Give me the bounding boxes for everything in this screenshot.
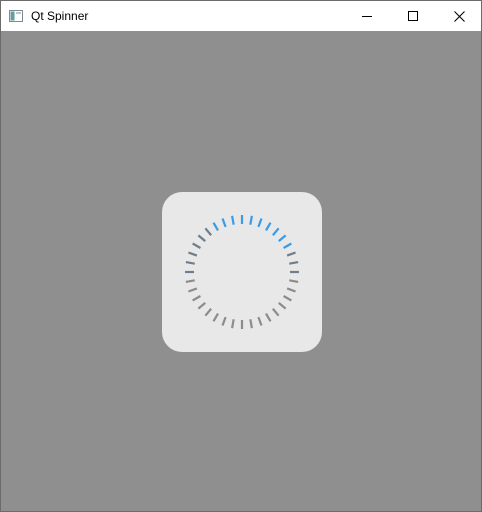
spinner-segment — [192, 242, 201, 249]
minimize-button[interactable] — [344, 1, 390, 31]
spinner-segment — [278, 234, 287, 242]
spinner-segment — [272, 308, 280, 317]
spinner-segment — [221, 316, 227, 326]
spinner-segment — [231, 215, 235, 225]
spinner-segment — [289, 261, 299, 265]
close-button[interactable] — [436, 1, 482, 31]
spinner-segment — [249, 319, 253, 329]
minimize-icon — [362, 11, 372, 21]
spinner-segment — [192, 295, 201, 302]
spinner-segment — [289, 279, 299, 283]
spinner-segment — [283, 242, 292, 249]
spinner-segment — [257, 218, 263, 228]
app-window: Qt Spinner — [0, 0, 482, 512]
maximize-icon — [408, 11, 418, 21]
window-title: Qt Spinner — [31, 9, 89, 23]
spinner-segment — [185, 261, 195, 265]
spinner-segment — [265, 313, 272, 322]
loading-spinner — [185, 215, 299, 329]
spinner-segment — [283, 295, 292, 302]
spinner-segment — [188, 287, 198, 293]
spinner-segment — [197, 302, 206, 310]
spinner-segment — [231, 319, 235, 329]
spinner-segment — [286, 251, 296, 257]
spinner-segment — [249, 215, 253, 225]
app-window-icon — [9, 9, 23, 22]
spinner-segment — [204, 227, 212, 236]
spinner-segment — [212, 222, 219, 231]
spinner-segment — [204, 308, 212, 317]
spinner-segment — [286, 287, 296, 293]
spinner-segment — [221, 218, 227, 228]
spinner-segment — [257, 316, 263, 326]
spinner-segment — [278, 302, 287, 310]
maximize-button[interactable] — [390, 1, 436, 31]
spinner-segment — [188, 251, 198, 257]
client-area — [1, 31, 481, 511]
spinner-card — [162, 192, 322, 352]
spinner-segment — [197, 234, 206, 242]
spinner-segment — [185, 279, 195, 283]
spinner-segment — [272, 227, 280, 236]
close-icon — [453, 10, 465, 22]
title-bar[interactable]: Qt Spinner — [1, 1, 481, 31]
spinner-segment — [265, 222, 272, 231]
spinner-segment — [212, 313, 219, 322]
